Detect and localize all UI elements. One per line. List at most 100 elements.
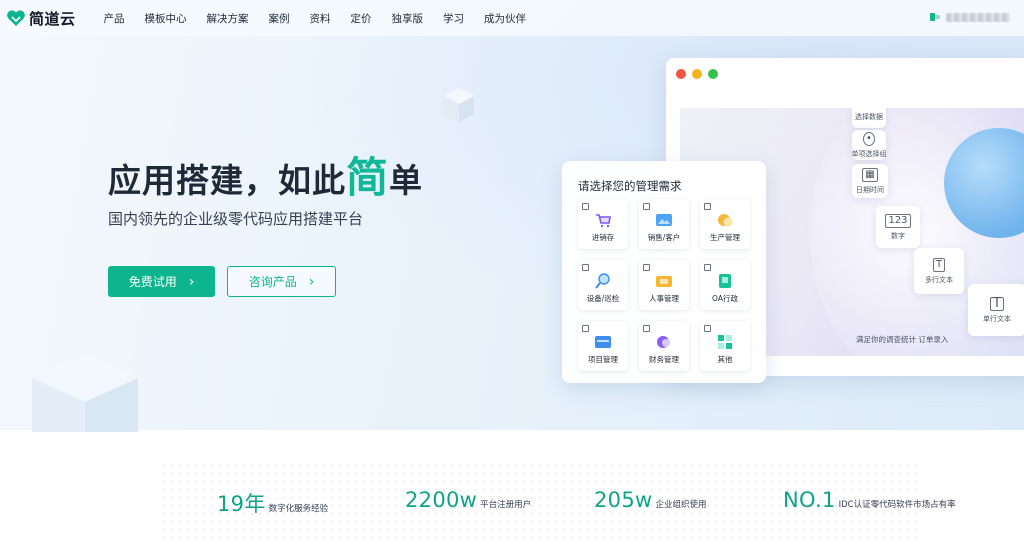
consult-product-label: 咨询产品: [248, 275, 297, 289]
widget-label: 单项选择组: [851, 149, 887, 158]
checkbox[interactable]: [704, 264, 711, 271]
tile-other[interactable]: 其他: [700, 321, 750, 371]
widget-number: 123 数字: [876, 206, 920, 248]
nav-item-dedicated[interactable]: 独享版: [392, 11, 424, 26]
widget-multiline-text: T 多行文本: [914, 248, 964, 294]
widget-label: 单行文本: [983, 314, 1011, 323]
magnifier-icon: [595, 273, 610, 289]
tile-label: 财务管理: [649, 355, 679, 364]
window-controls: [676, 69, 724, 79]
widget-label: 选择数据: [855, 112, 883, 121]
project-icon: [595, 336, 611, 348]
checkbox[interactable]: [582, 203, 589, 210]
phone-contact[interactable]: [929, 11, 1010, 23]
widget-label: 多行文本: [925, 275, 953, 284]
widget-singleline-text: T 单行文本: [968, 284, 1024, 336]
headline-prefix: 应用搭建，如此: [108, 161, 346, 200]
decorative-cube-small: [444, 88, 474, 122]
window-minimize-dot: [692, 69, 702, 79]
card-title: 请选择您的管理需求: [578, 179, 682, 193]
mockup-caption: 满足你的调查统计 订单录入: [856, 335, 949, 344]
widget-label: 数字: [891, 231, 905, 240]
tile-label: 设备/巡检: [586, 294, 620, 303]
widget-datetime: ▦ 日期时间: [852, 164, 888, 198]
stat-users: 2200w 平台注册用户: [405, 488, 531, 512]
decorative-cube-large: [32, 354, 138, 432]
stat-description: IDC认证零代码软件市场占有率: [838, 500, 956, 510]
checkbox[interactable]: [643, 264, 650, 271]
stat-market-share: NO.1 IDC认证零代码软件市场占有率: [783, 488, 956, 512]
hero-subhead: 国内领先的企业级零代码应用搭建平台: [108, 210, 364, 228]
stat-organizations: 205w 企业组织使用: [594, 488, 706, 512]
needs-grid: 进销存 销售/客户 生产管理 设备/巡检 人事管理 OA行政 项目管理 财务管理…: [578, 199, 754, 371]
nav-item-templates[interactable]: 模板中心: [145, 11, 187, 26]
number-icon: 123: [885, 213, 911, 228]
free-trial-button[interactable]: 免费试用 ›: [108, 266, 215, 297]
folder-icon: [656, 276, 672, 287]
tile-production[interactable]: 生产管理: [700, 199, 750, 249]
stat-years: 19年 数字化服务经验: [217, 488, 328, 518]
free-trial-label: 免费试用: [128, 275, 177, 289]
stat-number: 2200w: [405, 488, 478, 512]
tile-inventory[interactable]: 进销存: [578, 199, 628, 249]
tile-equipment[interactable]: 设备/巡检: [578, 260, 628, 310]
hero-headline: 应用搭建，如此简单: [108, 144, 423, 205]
chevron-right-icon: ›: [308, 273, 315, 290]
checkbox[interactable]: [643, 203, 650, 210]
stat-description: 平台注册用户: [480, 500, 532, 510]
checkbox[interactable]: [643, 325, 650, 332]
tile-project[interactable]: 项目管理: [578, 321, 628, 371]
stat-number: NO.1: [783, 488, 836, 512]
top-nav: 简道云 产品 模板中心 解决方案 案例 资料 定价 独享版 学习 成为伙伴: [0, 0, 1024, 36]
widget-select-data: 选择数据: [852, 108, 886, 128]
finance-icon: [657, 336, 670, 348]
text-icon: T: [990, 296, 1004, 311]
checkbox[interactable]: [582, 325, 589, 332]
tile-label: 生产管理: [710, 233, 740, 242]
tile-sales[interactable]: 销售/客户: [639, 199, 689, 249]
window-maximize-dot: [708, 69, 718, 79]
nav-item-solutions[interactable]: 解决方案: [207, 11, 249, 26]
logo-text: 简道云: [29, 9, 76, 28]
nav-item-pricing[interactable]: 定价: [351, 11, 372, 26]
phone-icon: [930, 13, 940, 21]
tile-finance[interactable]: 财务管理: [639, 321, 689, 371]
tile-label: 其他: [717, 355, 733, 364]
logo[interactable]: 简道云: [6, 8, 76, 29]
chevron-right-icon: ›: [188, 273, 195, 290]
nav-item-products[interactable]: 产品: [104, 11, 125, 26]
tile-oa[interactable]: OA行政: [700, 260, 750, 310]
headline-accent: 简: [346, 153, 390, 202]
image-icon: [656, 214, 672, 226]
calendar-icon: ▦: [862, 167, 878, 182]
widget-label: 日期时间: [856, 185, 884, 194]
tile-label: 项目管理: [588, 355, 618, 364]
window-close-dot: [676, 69, 686, 79]
tile-hr[interactable]: 人事管理: [639, 260, 689, 310]
nav-item-resources[interactable]: 资料: [310, 11, 331, 26]
checkbox[interactable]: [582, 264, 589, 271]
nav-menu: 产品 模板中心 解决方案 案例 资料 定价 独享版 学习 成为伙伴: [104, 11, 547, 26]
management-needs-card: 请选择您的管理需求 进销存 销售/客户 生产管理 设备/巡检 人事管理 OA行政…: [562, 161, 766, 383]
radio-icon: •: [863, 131, 875, 146]
nav-item-cases[interactable]: 案例: [269, 11, 290, 26]
stat-number: 205w: [594, 488, 653, 512]
headline-suffix: 单: [389, 161, 424, 200]
checkbox[interactable]: [704, 203, 711, 210]
oa-icon: [719, 274, 731, 288]
stat-number: 19年: [217, 492, 266, 516]
gear-icon: [718, 214, 733, 227]
consult-product-button[interactable]: 咨询产品 ›: [227, 266, 336, 297]
stat-description: 数字化服务经验: [268, 504, 329, 514]
stat-description: 企业组织使用: [655, 500, 707, 510]
logo-heart-icon: [6, 8, 26, 28]
text-icon: T: [932, 257, 946, 272]
checkbox[interactable]: [704, 325, 711, 332]
tile-label: 人事管理: [649, 294, 679, 303]
tile-label: 销售/客户: [647, 233, 681, 242]
tile-label: 进销存: [591, 233, 615, 242]
cart-icon: [596, 214, 611, 228]
nav-item-partner[interactable]: 成为伙伴: [484, 11, 526, 26]
nav-item-learning[interactable]: 学习: [443, 11, 464, 26]
phone-number-blurred: [946, 12, 1010, 22]
